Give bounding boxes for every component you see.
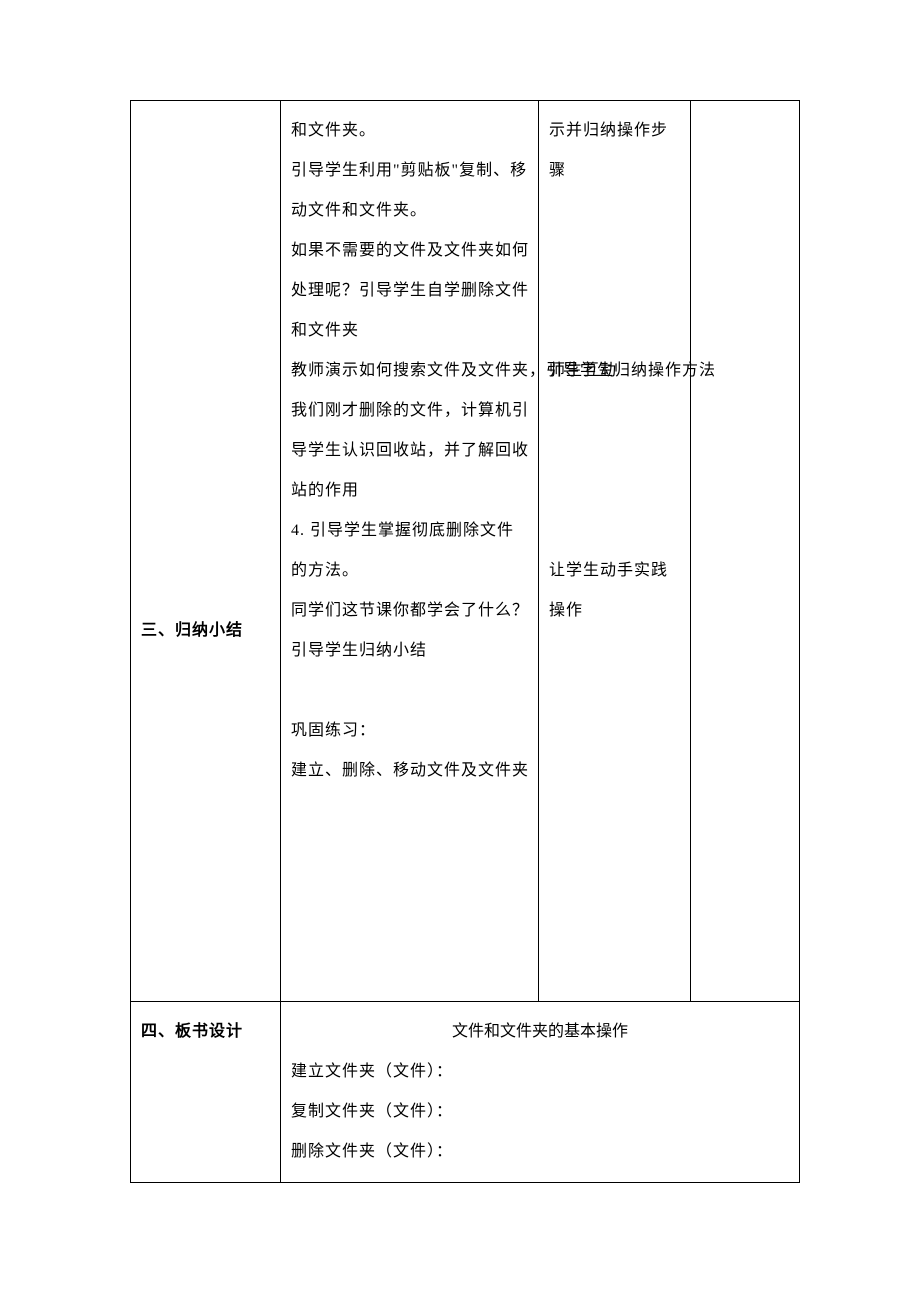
- text-line: [549, 391, 682, 431]
- text-line: 建立、删除、移动文件及文件夹: [291, 751, 530, 791]
- text-line: [291, 831, 530, 871]
- text-line: 引导学生利用"剪贴板"复制、移动文件和文件夹。: [291, 151, 530, 231]
- section-label-cell: 三、归纳小结: [131, 101, 281, 1002]
- table-row: 三、归纳小结 和文件夹。 引导学生利用"剪贴板"复制、移动文件和文件夹。 如果不…: [131, 101, 800, 1002]
- text-line: 如果不需要的文件及文件夹如何处理呢？引导学生自学删除文件和文件夹: [291, 231, 530, 351]
- text-line: 同学们这节课你都学会了什么？引导学生归纳小结: [291, 591, 530, 671]
- text-line: 我们刚才删除的文件，计算机引导学生认识回收站，并了解回收站的作用: [291, 391, 530, 511]
- text-line: 巩固练习：: [291, 711, 530, 751]
- text-line: 示并归纳操作步骤: [549, 111, 682, 191]
- text-line: [291, 911, 530, 951]
- text-line: 建立文件夹（文件）：: [291, 1052, 791, 1092]
- student-activity-cell: 示并归纳操作步骤 师生互动 让学生动手实践操作: [539, 101, 691, 1002]
- text-line: [549, 231, 682, 271]
- text-line: 4. 引导学生掌握彻底删除文件的方法。: [291, 511, 530, 591]
- text-line: 教师演示如何搜索文件及文件夹，引导学生归纳操作方法: [291, 351, 530, 391]
- text-line: [549, 511, 682, 551]
- text-line: [549, 311, 682, 351]
- lesson-plan-table: 三、归纳小结 和文件夹。 引导学生利用"剪贴板"复制、移动文件和文件夹。 如果不…: [130, 100, 800, 1183]
- text-line: 复制文件夹（文件）：: [291, 1092, 791, 1132]
- text-line: [549, 471, 682, 511]
- notes-content: [691, 101, 799, 121]
- text-line: 让学生动手实践操作: [549, 551, 682, 631]
- text-line: 删除文件夹（文件）：: [291, 1132, 791, 1172]
- board-design-title: 文件和文件夹的基本操作: [281, 1002, 799, 1052]
- board-design-cell: 文件和文件夹的基本操作 建立文件夹（文件）： 复制文件夹（文件）： 删除文件夹（…: [281, 1002, 800, 1183]
- teacher-activity-cell: 和文件夹。 引导学生利用"剪贴板"复制、移动文件和文件夹。 如果不需要的文件及文…: [281, 101, 539, 1002]
- teacher-activity-content: 和文件夹。 引导学生利用"剪贴板"复制、移动文件和文件夹。 如果不需要的文件及文…: [281, 101, 538, 1001]
- text-line: [291, 671, 530, 711]
- text-line: [549, 191, 682, 231]
- text-line: [549, 431, 682, 471]
- text-line: 和文件夹。: [291, 111, 530, 151]
- table-row: 四、板书设计 文件和文件夹的基本操作 建立文件夹（文件）： 复制文件夹（文件）：…: [131, 1002, 800, 1183]
- notes-cell: [691, 101, 800, 1002]
- board-design-lines: 建立文件夹（文件）： 复制文件夹（文件）： 删除文件夹（文件）：: [281, 1052, 799, 1182]
- section-label-board: 四、板书设计: [131, 1002, 280, 1062]
- text-line: [291, 871, 530, 911]
- section-label-cell: 四、板书设计: [131, 1002, 281, 1183]
- section-label-summary: 三、归纳小结: [131, 101, 280, 661]
- text-line: [291, 951, 530, 991]
- text-line: [291, 791, 530, 831]
- text-line: [549, 271, 682, 311]
